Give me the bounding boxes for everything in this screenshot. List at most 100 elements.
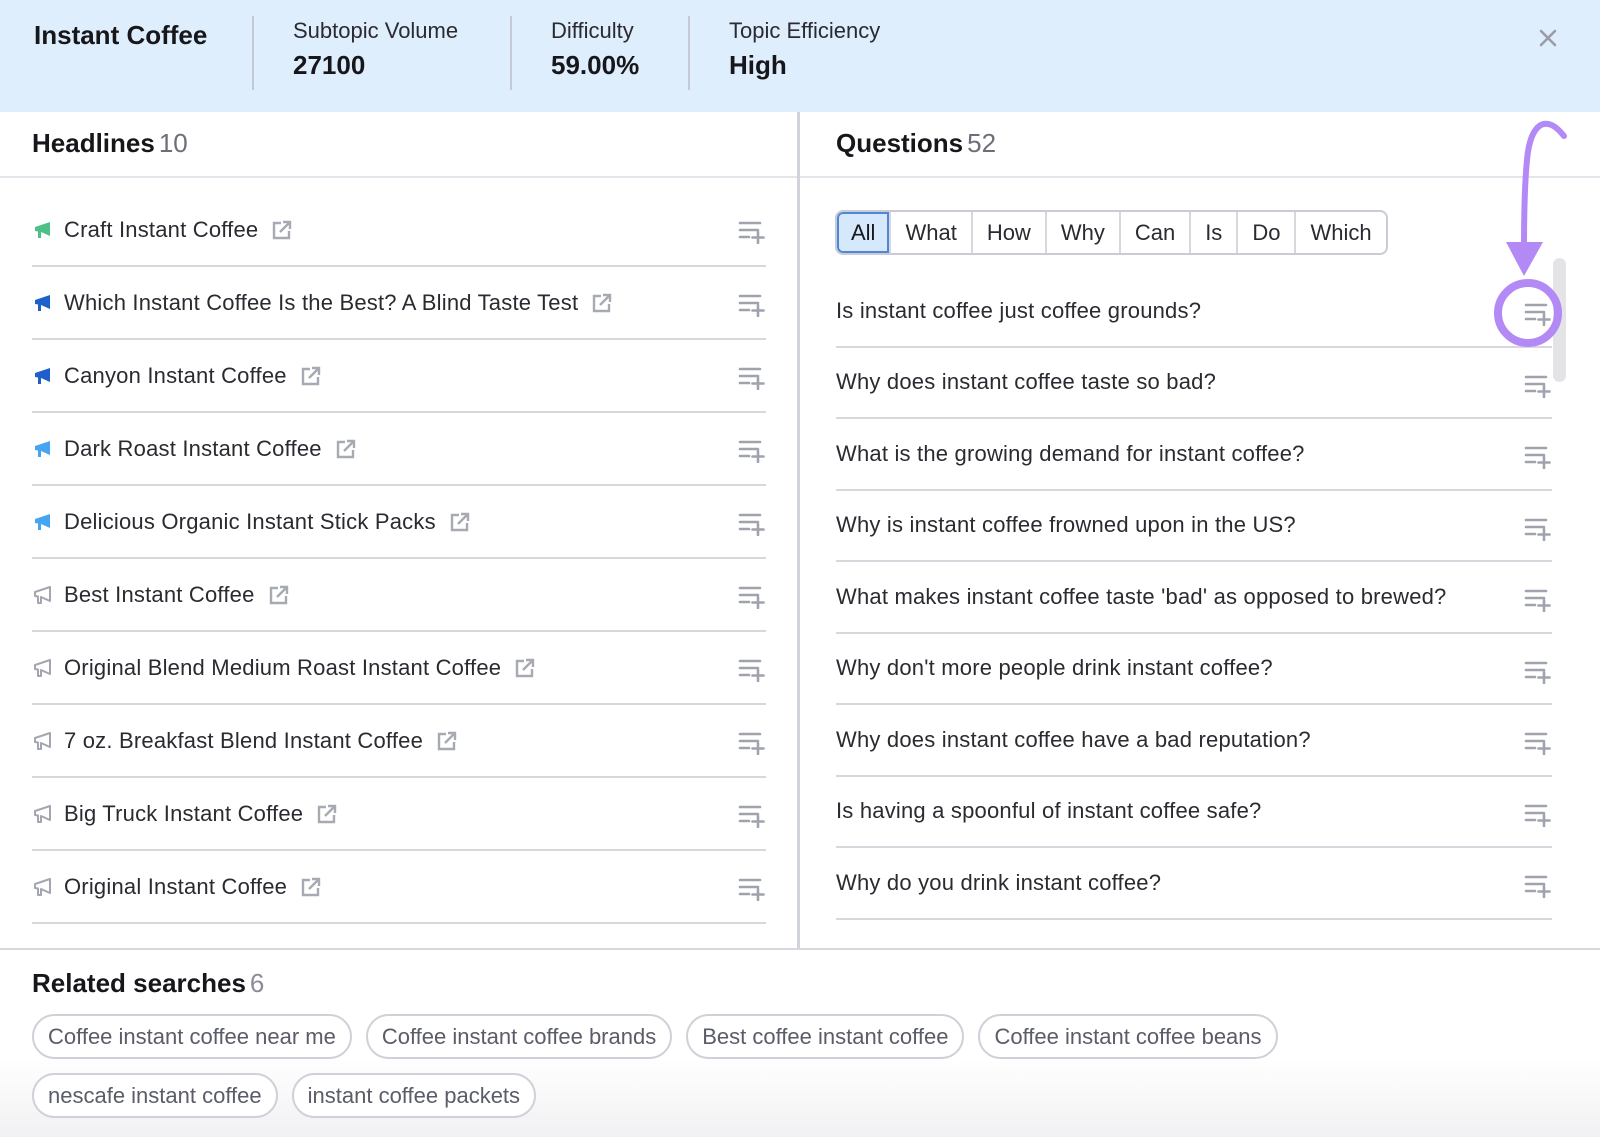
question-row: Why does instant coffee have a bad reput… — [836, 705, 1552, 777]
external-link-icon[interactable] — [448, 510, 472, 534]
headline-text: 7 oz. Breakfast Blend Instant Coffee — [64, 727, 424, 753]
add-to-list-icon[interactable] — [1524, 300, 1552, 326]
metric-value: 27100 — [293, 50, 366, 80]
related-search-chip[interactable]: instant coffee packets — [291, 1073, 537, 1118]
related-search-chip[interactable]: Coffee instant coffee near me — [32, 1014, 352, 1059]
megaphone-icon — [35, 513, 50, 530]
question-text: Is instant coffee just coffee grounds? — [836, 297, 1202, 323]
headline-row: Best Instant Coffee — [32, 559, 766, 632]
metric-subtopic-volume: Subtopic Volume 27100 — [293, 18, 458, 81]
external-link-icon[interactable] — [270, 218, 294, 242]
topic-header: Instant Coffee Subtopic Volume 27100 Dif… — [0, 0, 1600, 112]
add-to-list-icon[interactable] — [738, 364, 766, 390]
annotation-arrow-curve — [1521, 120, 1567, 251]
external-link-icon[interactable] — [435, 729, 459, 753]
external-link-icon[interactable] — [590, 291, 614, 315]
headline-row: Craft Instant Coffee — [32, 194, 766, 267]
headlines-count: 10 — [158, 128, 188, 158]
tab-can[interactable]: Can — [1118, 212, 1189, 253]
headline-row: Delicious Organic Instant Stick Packs — [32, 486, 766, 559]
add-to-list-icon[interactable] — [738, 875, 766, 901]
add-to-list-icon[interactable] — [1524, 443, 1552, 469]
question-row: Why does instant coffee taste so bad? — [836, 348, 1552, 419]
related-searches-section: Related searches 6 Coffee instant coffee … — [0, 950, 1600, 1137]
add-to-list-icon[interactable] — [738, 437, 766, 463]
add-to-list-icon[interactable] — [738, 510, 766, 536]
external-link-icon[interactable] — [513, 656, 537, 680]
questions-list: Is instant coffee just coffee grounds? Wh… — [836, 276, 1552, 920]
headline-text: Big Truck Instant Coffee — [64, 800, 304, 826]
metric-label: Difficulty — [551, 18, 634, 43]
question-text: Why do you drink instant coffee? — [836, 869, 1162, 895]
external-link-icon[interactable] — [299, 875, 323, 899]
question-row: What is the growing demand for instant c… — [836, 419, 1552, 491]
related-chips: Coffee instant coffee near me Coffee inst… — [32, 1014, 1482, 1118]
headlines-list: Craft Instant Coffee Which Instant Coffee… — [32, 194, 766, 924]
add-to-list-icon[interactable] — [1524, 872, 1552, 898]
add-to-list-icon[interactable] — [1524, 372, 1552, 398]
add-to-list-icon[interactable] — [738, 656, 766, 682]
add-to-list-icon[interactable] — [1524, 515, 1552, 541]
headlines-heading: Headlines 10 — [32, 128, 188, 159]
header-divider — [510, 16, 512, 90]
question-text: Why does instant coffee have a bad reput… — [836, 726, 1311, 752]
add-to-list-icon[interactable] — [738, 802, 766, 828]
related-heading: Related searches 6 — [32, 968, 264, 999]
question-text: Is having a spoonful of instant coffee s… — [836, 798, 1262, 824]
panel-divider — [797, 112, 800, 950]
add-to-list-icon[interactable] — [738, 729, 766, 755]
headline-row: Canyon Instant Coffee — [32, 340, 766, 413]
tab-is[interactable]: Is — [1189, 212, 1236, 253]
metric-value: High — [729, 50, 787, 80]
tab-do[interactable]: Do — [1236, 212, 1294, 253]
question-text: Why does instant coffee taste so bad? — [836, 369, 1217, 395]
add-to-list-icon[interactable] — [1524, 586, 1552, 612]
question-row: Why do you drink instant coffee? — [836, 848, 1552, 920]
headline-text: Best Instant Coffee — [64, 581, 255, 607]
related-count: 6 — [249, 968, 265, 998]
megaphone-icon — [34, 658, 51, 677]
related-search-chip[interactable]: Coffee instant coffee beans — [978, 1014, 1278, 1059]
external-link-icon[interactable] — [299, 364, 323, 388]
headlines-title: Headlines — [32, 128, 155, 158]
question-row: Why is instant coffee frowned upon in th… — [836, 491, 1552, 562]
tab-which[interactable]: Which — [1294, 212, 1385, 253]
question-row: Is having a spoonful of instant coffee s… — [836, 777, 1552, 848]
metric-label: Topic Efficiency — [729, 18, 881, 43]
external-link-icon[interactable] — [267, 583, 291, 607]
question-text: What makes instant coffee taste 'bad' as… — [836, 583, 1447, 609]
megaphone-icon — [35, 221, 50, 238]
headline-text: Dark Roast Instant Coffee — [64, 435, 322, 461]
headlines-header-divider — [0, 176, 797, 178]
external-link-icon[interactable] — [334, 437, 358, 461]
question-filter-tabs: All What How Why Can Is Do Which — [835, 210, 1388, 255]
tab-all[interactable]: All — [837, 212, 890, 253]
topic-title: Instant Coffee — [34, 20, 208, 50]
headline-text: Delicious Organic Instant Stick Packs — [64, 508, 436, 534]
related-search-chip[interactable]: nescafe instant coffee — [32, 1073, 278, 1118]
related-search-chip[interactable]: Best coffee instant coffee — [686, 1014, 965, 1059]
headline-text: Canyon Instant Coffee — [64, 362, 287, 388]
add-to-list-icon[interactable] — [738, 583, 766, 609]
tab-how[interactable]: How — [970, 212, 1045, 253]
tab-what[interactable]: What — [889, 212, 970, 253]
headline-text: Craft Instant Coffee — [64, 216, 259, 242]
headline-text: Original Blend Medium Roast Instant Coff… — [64, 654, 502, 680]
metric-label: Subtopic Volume — [293, 18, 459, 43]
question-text: Why don't more people drink instant coff… — [836, 655, 1273, 681]
external-link-icon[interactable] — [315, 802, 339, 826]
annotation-arrow-head — [1506, 242, 1543, 276]
metric-topic-efficiency: Topic Efficiency High — [729, 18, 880, 81]
questions-scrollbar[interactable] — [1553, 258, 1566, 382]
related-search-chip[interactable]: Coffee instant coffee brands — [365, 1014, 673, 1059]
headline-text: Original Instant Coffee — [64, 873, 288, 899]
add-to-list-icon[interactable] — [1524, 801, 1552, 827]
question-row: What makes instant coffee taste 'bad' as… — [836, 562, 1552, 634]
add-to-list-icon[interactable] — [1524, 658, 1552, 684]
close-button[interactable] — [1534, 24, 1562, 52]
tab-why[interactable]: Why — [1044, 212, 1119, 253]
add-to-list-icon[interactable] — [738, 218, 766, 244]
add-to-list-icon[interactable] — [1524, 729, 1552, 755]
add-to-list-icon[interactable] — [738, 291, 766, 317]
questions-count: 52 — [967, 128, 997, 158]
